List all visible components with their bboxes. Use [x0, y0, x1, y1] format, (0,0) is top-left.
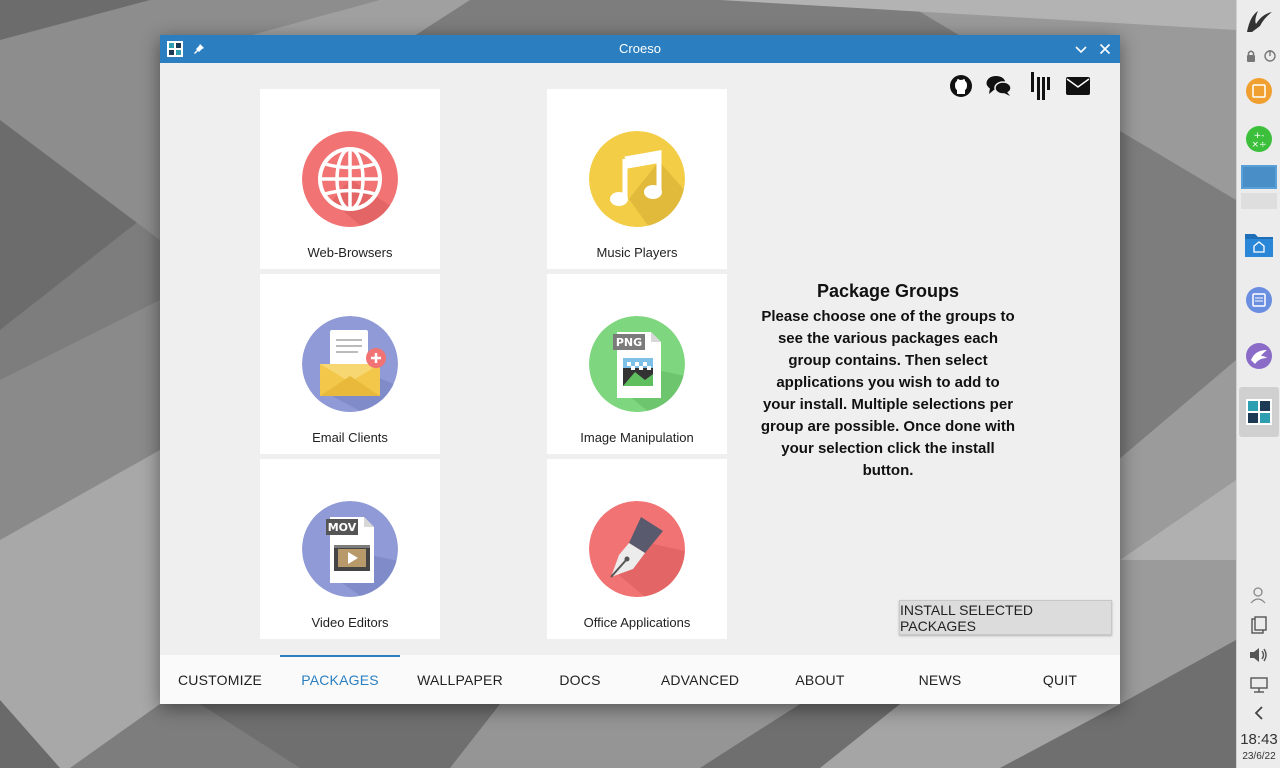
group-label: Video Editors	[311, 615, 389, 630]
app-window: Croeso Web-Browsers Music Players Email …	[160, 35, 1120, 704]
tab-advanced[interactable]: ADVANCED	[640, 655, 760, 704]
clock-date[interactable]: 23/6/22	[1237, 751, 1280, 762]
tab-packages[interactable]: PACKAGES	[280, 655, 400, 704]
window-title: Croeso	[619, 41, 661, 56]
envelope-icon	[302, 316, 398, 412]
gitter-icon[interactable]	[1027, 72, 1053, 100]
notes-editor-icon[interactable]	[1237, 285, 1280, 315]
minimize-chevron-icon[interactable]	[1072, 40, 1090, 58]
mov-file-icon: MOV	[302, 501, 398, 597]
fountain-pen-icon	[589, 501, 685, 597]
notes-app-icon[interactable]	[1237, 76, 1280, 106]
group-card-web-browsers[interactable]: Web-Browsers	[260, 89, 440, 269]
window-content: Web-Browsers Music Players Email Clients…	[160, 63, 1120, 704]
tab-news[interactable]: NEWS	[880, 655, 1000, 704]
network-icon[interactable]	[1237, 674, 1280, 696]
tab-docs[interactable]: DOCS	[520, 655, 640, 704]
user-icon[interactable]	[1237, 584, 1280, 606]
github-icon[interactable]	[948, 73, 974, 99]
tab-quit[interactable]: QUIT	[1000, 655, 1120, 704]
svg-text:×÷: ×÷	[1251, 140, 1266, 150]
info-heading: Package Groups	[816, 281, 960, 301]
group-card-email-clients[interactable]: Email Clients	[260, 274, 440, 454]
group-card-image-manipulation[interactable]: PNG Image Manipulation	[547, 274, 727, 454]
tab-wallpaper[interactable]: WALLPAPER	[400, 655, 520, 704]
install-selected-packages-button[interactable]: INSTALL SELECTED PACKAGES	[899, 600, 1112, 635]
calculator-icon[interactable]: +- ×÷	[1237, 124, 1280, 154]
expand-chevron-icon[interactable]	[1237, 702, 1280, 724]
chat-icon[interactable]	[986, 73, 1012, 99]
info-text: Please choose one of the groups to see t…	[760, 308, 1016, 479]
group-label: Music Players	[596, 245, 678, 260]
png-badge-text: PNG	[616, 336, 642, 349]
mov-badge-text: MOV	[328, 521, 357, 534]
clipboard-icon[interactable]	[1237, 614, 1280, 636]
desktop-pager-icon[interactable]	[1237, 164, 1280, 190]
side-panel: +- ×÷ 18:43 23/6/22	[1236, 0, 1280, 768]
desktop-pager-second-icon[interactable]	[1237, 192, 1280, 210]
volume-icon[interactable]	[1237, 644, 1280, 666]
tab-customize[interactable]: CUSTOMIZE	[160, 655, 280, 704]
lock-screen-icon[interactable]	[1237, 48, 1280, 64]
group-card-office-applications[interactable]: Office Applications	[547, 459, 727, 639]
tab-about[interactable]: ABOUT	[760, 655, 880, 704]
package-groups-info: Package Groups Please choose one of the …	[760, 281, 1016, 482]
clock-time[interactable]: 18:43	[1237, 731, 1280, 748]
close-icon[interactable]	[1096, 40, 1114, 58]
group-label: Image Manipulation	[580, 430, 694, 445]
music-note-icon	[589, 131, 685, 227]
launcher-icon[interactable]	[1237, 6, 1280, 36]
eagle-app-icon[interactable]	[1237, 341, 1280, 371]
group-label: Office Applications	[583, 615, 691, 630]
group-label: Web-Browsers	[307, 245, 393, 260]
group-label: Email Clients	[312, 430, 388, 445]
mail-icon[interactable]	[1065, 73, 1091, 99]
file-manager-icon[interactable]	[1237, 228, 1280, 260]
group-card-video-editors[interactable]: MOV Video Editors	[260, 459, 440, 639]
tab-bar: CUSTOMIZE PACKAGES WALLPAPER DOCS ADVANC…	[160, 655, 1120, 704]
group-card-music-players[interactable]: Music Players	[547, 89, 727, 269]
png-file-icon: PNG	[589, 316, 685, 412]
croeso-task-icon[interactable]	[1239, 387, 1279, 437]
globe-icon	[302, 131, 398, 227]
title-bar[interactable]: Croeso	[160, 35, 1120, 63]
